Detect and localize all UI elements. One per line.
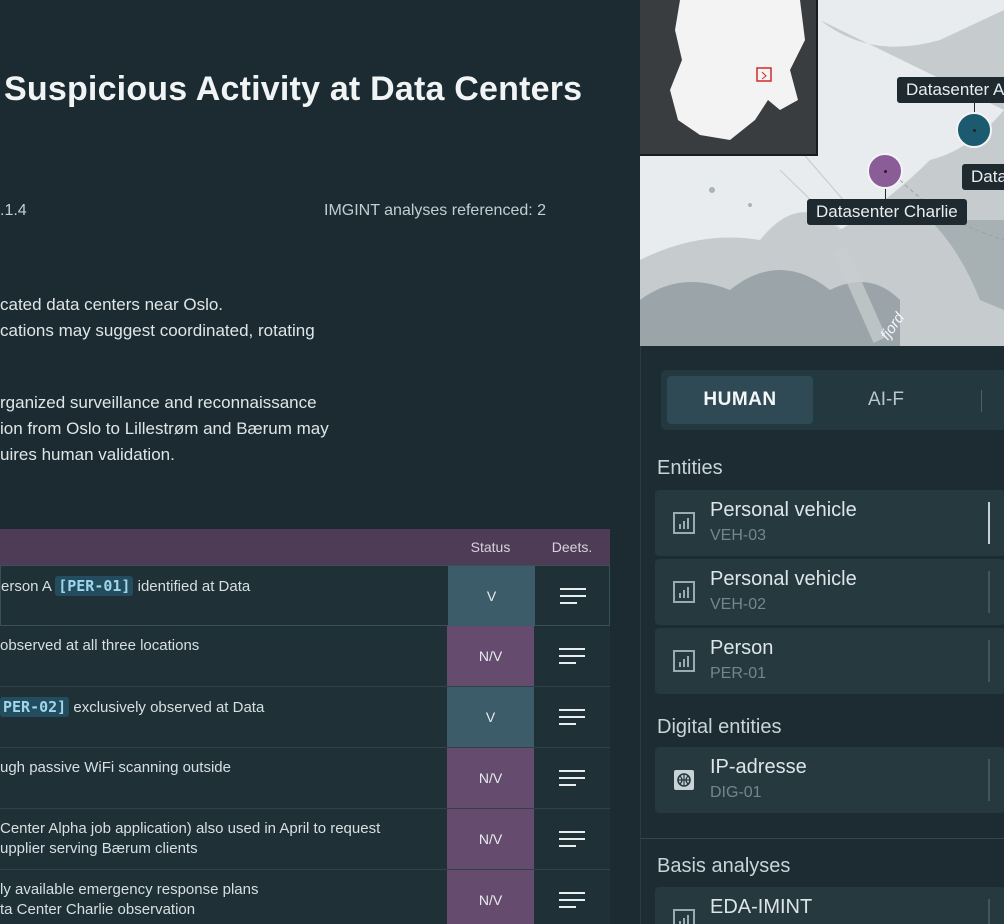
details-lines-icon <box>559 648 585 664</box>
finding-text: observed at all three locations <box>0 637 200 654</box>
imgint-count: IMGINT analyses referenced: 2 <box>324 202 547 219</box>
chart-box-icon <box>673 650 695 672</box>
status-badge: N/V <box>447 809 534 869</box>
table-row[interactable]: erson A [PER-01] identified at Data V <box>0 565 610 626</box>
datacenter-charlie-label[interactable]: Datasenter Charlie <box>807 199 967 225</box>
details-button[interactable] <box>534 809 610 869</box>
details-lines-icon <box>559 770 585 786</box>
table-header: Status Deets. <box>0 529 610 565</box>
table-row[interactable]: Center Alpha job application) also used … <box>0 809 610 870</box>
details-button[interactable] <box>534 687 610 747</box>
report-version: .1.4 <box>0 202 27 219</box>
entity-name: Person <box>710 637 774 659</box>
entity-code: VEH-02 <box>710 596 767 613</box>
entity-chip[interactable]: [PER-01] <box>55 576 134 596</box>
table-row[interactable]: ugh passive WiFi scanning outside N/V <box>0 748 610 809</box>
entity-code: VEH-03 <box>710 527 767 544</box>
card-divider <box>988 759 990 801</box>
card-divider <box>988 502 990 544</box>
table-row[interactable]: ly available emergency response plans ta… <box>0 870 610 924</box>
entity-name: IP-adresse <box>710 756 807 778</box>
details-lines-icon <box>559 709 585 725</box>
overview-inset-map[interactable] <box>640 0 818 156</box>
findings-table: Status Deets. erson A [PER-01] identifie… <box>0 529 610 924</box>
status-badge: V <box>448 566 535 626</box>
finding-text: erson A [PER-01] identified at Data <box>1 576 251 596</box>
entities-heading: Entities <box>657 457 723 479</box>
finding-text: PER-02] exclusively observed at Data <box>0 697 440 718</box>
basis-analyses-heading: Basis analyses <box>657 855 791 877</box>
tab-divider <box>981 390 982 412</box>
entity-card-dig-01[interactable]: IP-adresse DIG-01 <box>655 747 1004 813</box>
globe-network-icon <box>674 770 694 790</box>
status-badge: N/V <box>447 626 534 686</box>
datacenter-charlie-marker[interactable] <box>867 153 903 189</box>
status-badge: N/V <box>447 748 534 808</box>
details-lines-icon <box>559 831 585 847</box>
finding-text: Center Alpha job application) also used … <box>0 820 381 857</box>
tab-human[interactable]: HUMAN <box>667 376 813 424</box>
entity-name: Personal vehicle <box>710 568 857 590</box>
datacenter-alpha-marker[interactable] <box>956 112 992 148</box>
entity-code: DIG-01 <box>710 784 762 801</box>
table-row[interactable]: observed at all three locations N/V <box>0 626 610 687</box>
section-divider <box>641 838 1004 839</box>
chart-box-icon <box>673 909 695 924</box>
analysis-card-eda-imint[interactable]: EDA-IMINT <box>655 887 1004 924</box>
details-button[interactable] <box>534 870 610 924</box>
status-column-header: Status <box>470 539 511 555</box>
card-divider <box>988 571 990 613</box>
tab-ai-f[interactable]: AI-F <box>813 376 959 424</box>
datacenter-bravo-label[interactable]: Data <box>962 164 1004 190</box>
entity-name: Personal vehicle <box>710 499 857 521</box>
details-button[interactable] <box>534 626 610 686</box>
summary-paragraph: cated data centers near Oslo. cations ma… <box>0 295 315 340</box>
entity-card-veh-02[interactable]: Personal vehicle VEH-02 <box>655 559 1004 625</box>
details-button[interactable] <box>535 566 611 626</box>
details-lines-icon <box>560 588 586 604</box>
card-divider <box>988 899 990 924</box>
entity-card-per-01[interactable]: Person PER-01 <box>655 628 1004 694</box>
report-panel: Suspicious Activity at Data Centers .1.4… <box>0 0 640 924</box>
source-tabs: HUMAN AI-F <box>661 370 1004 430</box>
finding-text: ly available emergency response plans ta… <box>0 881 259 918</box>
chart-box-icon <box>673 512 695 534</box>
status-badge: V <box>447 687 534 747</box>
status-badge: N/V <box>447 870 534 924</box>
entity-code: PER-01 <box>710 665 767 682</box>
entity-card-veh-03[interactable]: Personal vehicle VEH-03 <box>655 490 1004 556</box>
page-title: Suspicious Activity at Data Centers <box>4 70 583 108</box>
table-row[interactable]: PER-02] exclusively observed at Data V <box>0 687 610 748</box>
entity-panel: HUMAN AI-F Entities Personal vehicle VEH… <box>640 346 1004 924</box>
norway-outline <box>670 0 805 140</box>
assessment-paragraph: rganized surveillance and reconnaissance… <box>0 393 329 464</box>
analysis-name: EDA-IMINT <box>710 896 813 918</box>
datacenter-alpha-label[interactable]: Datasenter A <box>897 77 1004 103</box>
finding-text: ugh passive WiFi scanning outside <box>0 759 231 776</box>
chart-box-icon <box>673 581 695 603</box>
map-view[interactable]: Datasenter A Datasenter Charlie Data fjo… <box>640 0 1004 346</box>
card-divider <box>988 640 990 682</box>
entity-chip[interactable]: PER-02] <box>0 697 70 717</box>
digital-entities-heading: Digital entities <box>657 716 782 738</box>
details-button[interactable] <box>534 748 610 808</box>
deets-column-header: Deets. <box>551 539 593 555</box>
details-lines-icon <box>559 892 585 908</box>
